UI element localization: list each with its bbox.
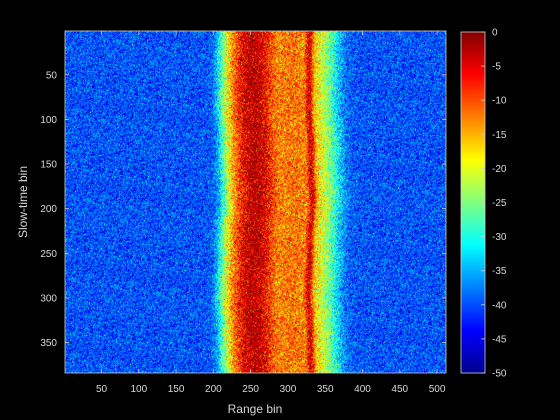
x-tick-label: 400	[354, 384, 371, 395]
x-tick-label: 200	[205, 384, 222, 395]
y-tick-label: 250	[40, 249, 57, 260]
colorbar-tick-label: -5	[492, 62, 501, 73]
x-tick-label: 450	[391, 384, 408, 395]
colorbar-tick-label: -45	[492, 334, 507, 345]
x-axis-label: Range bin	[228, 402, 283, 416]
colorbar-tick-label: -25	[492, 198, 507, 209]
y-tick-label: 100	[40, 115, 57, 126]
x-tick-label: 150	[168, 384, 185, 395]
y-tick-label: 350	[40, 338, 57, 349]
colorbar-tick-label: -30	[492, 232, 507, 243]
x-tick-label: 100	[130, 384, 147, 395]
y-tick-label: 200	[40, 204, 57, 215]
colorbar-tick-label: -15	[492, 130, 507, 141]
heatmap-plot-area: 50 100 150 200 250 300 350 400 450 500 50 100 150 20…	[40, 30, 447, 395]
colorbar-tick-label: -50	[492, 369, 507, 380]
colorbar-tick-label: -10	[492, 96, 507, 107]
x-tick-label: 500	[429, 384, 446, 395]
figure: 50 100 150 200 250 300 350 400 450 500 50 100 150 20…	[0, 0, 560, 420]
x-tick-label: 250	[242, 384, 259, 395]
x-tick-label: 350	[317, 384, 334, 395]
x-tick-label: 50	[96, 384, 108, 395]
colorbar-tick-label: 0	[492, 28, 498, 39]
y-tick-label: 300	[40, 293, 57, 304]
y-axis-label: Slow-time bin	[16, 166, 30, 238]
colorbar-tick-label: -35	[492, 266, 507, 277]
colorbar-tick-label: -20	[492, 164, 507, 175]
x-tick-label: 300	[280, 384, 297, 395]
y-tick-label: 50	[46, 70, 58, 81]
y-tick-label: 150	[40, 160, 57, 171]
heatmap-image	[65, 31, 446, 373]
colorbar-tick-label: -40	[492, 300, 507, 311]
